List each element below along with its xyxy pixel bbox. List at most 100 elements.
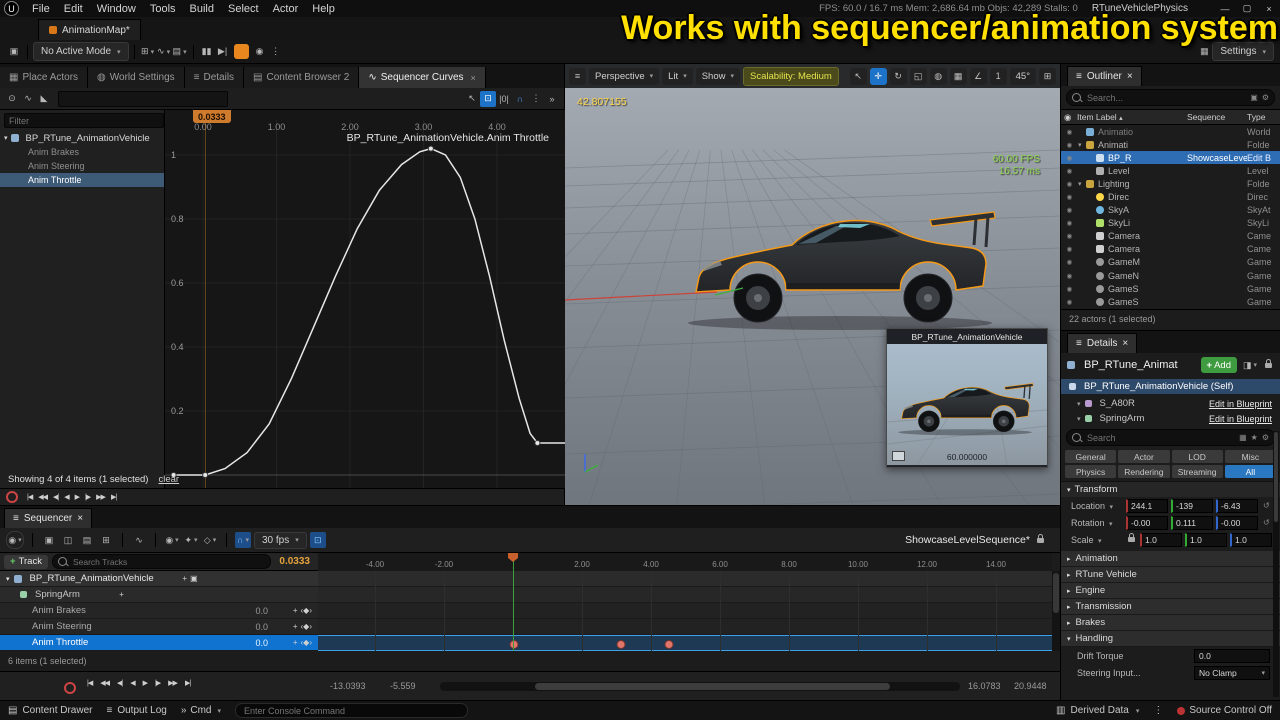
details-search-input[interactable] <box>1085 432 1209 444</box>
tab-place-actors[interactable]: ▦Place Actors <box>0 67 88 88</box>
frame-selection-icon[interactable]: ⊡ <box>480 91 496 107</box>
transport-button[interactable]: ◀| <box>114 679 125 687</box>
lock-icon[interactable] <box>1265 363 1272 368</box>
track-row-springarm[interactable]: SpringArm + <box>0 587 318 603</box>
timeline-band-springarm[interactable] <box>318 587 1052 603</box>
tab-details-panel[interactable]: ≡ Details × <box>1067 333 1137 353</box>
curve-tree-item-steering[interactable]: Anim Steering <box>0 159 164 173</box>
range-start[interactable]: -13.0393 <box>330 681 366 691</box>
menu-edit[interactable]: Edit <box>57 3 90 15</box>
section-transmission[interactable]: ▸Transmission <box>1061 599 1280 615</box>
filter-general[interactable]: General <box>1065 450 1116 463</box>
save-icon[interactable]: ▣ <box>6 44 22 60</box>
scale-tool-icon[interactable]: ◱ <box>910 68 927 85</box>
details-search[interactable]: ▦ ★ ⚙ <box>1066 429 1275 446</box>
component-row-mesh[interactable]: ▾ S_A80R Edit in Blueprint <box>1061 396 1280 411</box>
derived-data-button[interactable]: ▥Derived Data▾ <box>1056 705 1139 716</box>
section-brakes[interactable]: ▸Brakes <box>1061 615 1280 631</box>
range-out[interactable]: 16.0783 <box>968 681 1001 691</box>
rotation-x-field[interactable]: -0.00 <box>1126 516 1168 530</box>
scale-z-field[interactable]: 1.0 <box>1230 533 1272 547</box>
settings-gear-icon[interactable]: ⚙ <box>1262 93 1269 102</box>
fps-dropdown[interactable]: 30 fps▾ <box>254 532 307 549</box>
curve-playhead-marker[interactable]: 0.0333 <box>193 110 231 123</box>
filter-actor[interactable]: Actor <box>1118 450 1169 463</box>
console-command-input[interactable] <box>235 703 468 718</box>
transport-button[interactable]: ▶ <box>140 679 150 687</box>
track-search[interactable] <box>52 554 271 569</box>
fov-button[interactable]: 45° <box>1010 68 1036 85</box>
output-log-button[interactable]: ≡Output Log <box>106 705 166 716</box>
outliner-row[interactable]: ◉GameMGame <box>1061 256 1280 269</box>
scale-x-field[interactable]: 1.0 <box>1140 533 1182 547</box>
section-rtune-vehicle[interactable]: ▸RTune Vehicle <box>1061 567 1280 583</box>
timeline-body[interactable] <box>318 571 1052 651</box>
key-nav-icon[interactable]: ‹◆› <box>301 622 312 631</box>
steering-input-dropdown[interactable]: No Clamp▾ <box>1194 666 1270 680</box>
edit-in-blueprint-link[interactable]: Edit in Blueprint <box>1209 399 1272 409</box>
viewport-3d[interactable]: ≡ Perspective▾ Lit▾ Show▾ Scalability: M… <box>565 64 1060 505</box>
track-row-actor[interactable]: ▾ BP_RTune_AnimationVehicle +▣ <box>0 571 318 587</box>
scale-lock-icon[interactable] <box>1128 537 1135 542</box>
keyframe-options-icon[interactable]: ✦▾ <box>183 532 199 548</box>
visibility-icon[interactable]: ◉▾ <box>164 532 180 548</box>
range-end[interactable]: 20.9448 <box>1014 681 1047 691</box>
grid-snap-icon[interactable]: ▦ <box>950 68 967 85</box>
outliner-row[interactable]: ◉SkyLiSkyLi <box>1061 217 1280 230</box>
curve-tree-item-brakes[interactable]: Anim Brakes <box>0 145 164 159</box>
timeline-scrollbar-vertical[interactable] <box>1052 571 1060 651</box>
record-icon[interactable] <box>6 491 18 503</box>
add-key-icon[interactable]: + <box>293 638 298 647</box>
snap-magnet-icon[interactable]: ∩ <box>512 91 528 107</box>
transform-section-header[interactable]: ▾ Transform <box>1061 481 1280 497</box>
outliner-row[interactable]: ◉SkyASkyAt <box>1061 204 1280 217</box>
menu-window[interactable]: Window <box>90 3 143 15</box>
lock-icon[interactable] <box>1037 538 1044 543</box>
transport-button[interactable]: |◀ <box>24 493 35 501</box>
tab-sequencer-curves[interactable]: ∿Sequencer Curves× <box>359 67 485 88</box>
show-button[interactable]: Show▾ <box>696 68 740 85</box>
autokey-icon[interactable]: ◇▾ <box>202 532 218 548</box>
key-nav-icon[interactable]: ‹◆› <box>301 638 312 647</box>
select-tool-icon[interactable]: ↖ <box>464 91 480 107</box>
outliner-row[interactable]: ◉DirecDirec <box>1061 190 1280 203</box>
scale-label[interactable]: Scale ▾ <box>1071 535 1123 545</box>
outliner-search-input[interactable] <box>1085 92 1209 104</box>
frame-skip-button[interactable]: ▶| <box>215 44 231 60</box>
rotate-tool-icon[interactable]: ↻ <box>890 68 907 85</box>
rotation-snap-icon[interactable]: ∠ <box>970 68 987 85</box>
outliner-search[interactable]: ▣ ⚙ <box>1066 89 1275 106</box>
tab-sequencer[interactable]: ≡ Sequencer × <box>4 508 92 528</box>
transport-button[interactable]: ▶ <box>72 493 82 501</box>
camera-preview-window[interactable]: BP_RTune_AnimationVehicle 60.000000 <box>886 328 1048 468</box>
tab-details[interactable]: ≡Details <box>185 67 244 88</box>
transport-button[interactable]: ▶▶ <box>93 493 108 501</box>
outliner-column-header[interactable]: ◉ Item Label ▴ Sequence Type <box>1061 109 1280 125</box>
find-asset-icon[interactable]: ◫ <box>60 532 76 548</box>
zero-key-icon[interactable]: |0| <box>496 91 512 107</box>
curve-tree-root[interactable]: ▾ BP_RTune_AnimationVehicle <box>0 131 164 145</box>
camera-speed-icon[interactable]: 1 <box>990 68 1007 85</box>
scale-y-field[interactable]: 1.0 <box>1185 533 1227 547</box>
keyframe-dot[interactable] <box>616 640 625 649</box>
location-z-field[interactable]: -6.43 <box>1216 499 1258 513</box>
timeline-scrollbar[interactable] <box>440 682 960 691</box>
timeline-band-actor[interactable] <box>318 571 1052 587</box>
move-tool-icon[interactable]: ✛ <box>870 68 887 85</box>
browse-icon[interactable]: ◨▾ <box>1242 357 1258 373</box>
menu-actor[interactable]: Actor <box>266 3 306 15</box>
add-component-button[interactable]: +Add <box>1201 357 1237 373</box>
transport-button[interactable]: |◀ <box>84 679 95 687</box>
track-row-anim-throttle[interactable]: Anim Throttle 0.0 +‹◆› <box>0 635 318 651</box>
section-engine[interactable]: ▸Engine <box>1061 583 1280 599</box>
column-type[interactable]: Type <box>1247 112 1280 122</box>
create-camera-icon[interactable]: ▤ <box>79 532 95 548</box>
outliner-row[interactable]: ◉GameNGame <box>1061 269 1280 282</box>
transport-button[interactable]: |▶ <box>152 679 163 687</box>
transport-button[interactable]: ▶▶ <box>165 679 180 687</box>
kebab-icon[interactable]: ⋮ <box>528 91 544 107</box>
reset-icon[interactable]: ↺ <box>1263 501 1270 510</box>
keyframe-dot[interactable] <box>664 640 673 649</box>
edit-in-blueprint-link[interactable]: Edit in Blueprint <box>1209 414 1272 424</box>
mode-selector[interactable]: No Active Mode ▾ <box>33 42 129 61</box>
